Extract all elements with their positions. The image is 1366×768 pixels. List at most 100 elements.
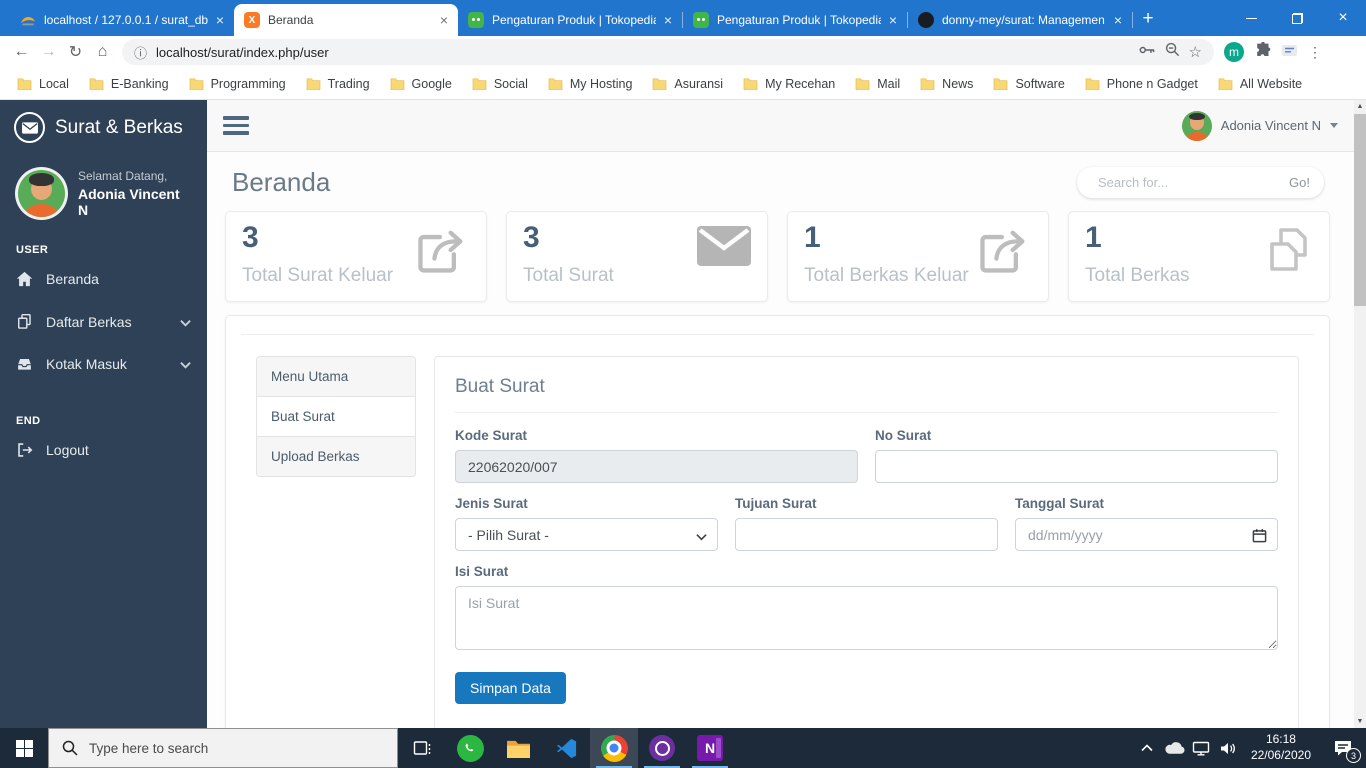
search-input[interactable] [1098, 175, 1290, 190]
search-go-button[interactable]: Go! [1289, 175, 1310, 190]
bookmark-folder[interactable]: Local [12, 77, 84, 91]
menu-item-buat-surat[interactable]: Buat Surat [257, 397, 415, 437]
scrollbar-thumb[interactable] [1354, 114, 1366, 306]
back-icon[interactable]: ← [8, 43, 35, 61]
tab-title: donny-mey/surat: Managemen [942, 13, 1105, 27]
close-button[interactable]: × [1320, 0, 1366, 36]
copy-icon [17, 313, 31, 329]
home-icon[interactable]: ⌂ [89, 43, 116, 61]
windows-logo-icon [15, 739, 33, 757]
tab-close-icon[interactable]: × [664, 13, 672, 27]
bookmark-folder[interactable]: Social [467, 77, 543, 91]
bookmark-folder[interactable]: Trading [301, 77, 385, 91]
browser-toolbar: ← → ↻ ⌂ ⓘ localhost/surat/index.php/user… [0, 36, 1366, 68]
scroll-down-icon[interactable]: ▼ [1354, 715, 1366, 728]
bookmark-label: Trading [327, 76, 370, 91]
chrome-button[interactable] [590, 728, 638, 768]
whatsapp-icon [456, 734, 484, 762]
simpan-data-button[interactable]: Simpan Data [455, 672, 566, 704]
action-center-button[interactable]: 3 [1320, 728, 1366, 768]
menu-item-menu-utama[interactable]: Menu Utama [257, 357, 415, 397]
isi-surat-field[interactable] [455, 586, 1278, 650]
m-extension-icon[interactable] [1224, 42, 1244, 62]
extension-badge-icon[interactable] [1282, 43, 1297, 61]
address-bar[interactable]: ⓘ localhost/surat/index.php/user ☆ [122, 39, 1214, 65]
scroll-up-icon[interactable]: ▲ [1354, 100, 1366, 113]
tujuan-surat-label: Tujuan Surat [735, 496, 817, 511]
taskbar-clock[interactable]: 16:18 22/06/2020 [1242, 732, 1320, 763]
no-surat-field[interactable] [875, 450, 1278, 483]
sidebar-item-kotak-masuk[interactable]: Kotak Masuk [0, 343, 207, 385]
taskbar-search[interactable]: Type here to search [48, 728, 398, 768]
hamburger-menu-icon[interactable] [223, 112, 249, 139]
sidebar-item-label: Daftar Berkas [46, 313, 132, 330]
volume-icon[interactable] [1215, 741, 1242, 756]
bookmark-folder[interactable]: Mail [850, 77, 915, 91]
browser-tab-tokopedia-1[interactable]: Pengaturan Produk | Tokopedia × [458, 4, 682, 36]
folder-icon [17, 78, 32, 90]
zoom-out-icon[interactable] [1165, 42, 1180, 62]
new-tab-button[interactable]: + [1133, 4, 1163, 34]
tab-close-icon[interactable]: × [216, 13, 224, 27]
task-view-button[interactable] [398, 728, 446, 768]
jenis-surat-select[interactable]: - Pilih Surat - [455, 518, 718, 551]
tujuan-surat-field[interactable] [735, 518, 998, 551]
bookmark-folder[interactable]: Phone n Gadget [1080, 77, 1213, 91]
tab-close-icon[interactable]: × [1114, 13, 1122, 27]
tanggal-surat-label: Tanggal Surat [1015, 496, 1105, 511]
start-button[interactable] [0, 728, 48, 768]
url-text[interactable]: localhost/surat/index.php/user [156, 45, 1130, 60]
info-icon[interactable]: ⓘ [134, 43, 147, 62]
key-icon[interactable] [1139, 43, 1156, 61]
bookmark-folder[interactable]: E-Banking [84, 77, 184, 91]
page-scrollbar[interactable]: ▲ ▼ [1354, 100, 1366, 728]
minimize-button[interactable] [1228, 0, 1274, 36]
refresh-icon[interactable]: ↻ [62, 42, 89, 62]
browser-tab-phpmyadmin[interactable]: localhost / 127.0.0.1 / surat_db × [10, 4, 234, 36]
user-menu[interactable]: Adonia Vincent N [1181, 110, 1338, 141]
bookmark-label: E-Banking [110, 76, 169, 91]
sidebar-item-beranda[interactable]: Beranda [0, 258, 207, 300]
sidebar-item-logout[interactable]: Logout [0, 429, 207, 471]
forward-icon[interactable]: → [35, 43, 62, 61]
content-card: Menu Utama Buat Surat Upload Berkas Buat… [225, 315, 1330, 758]
browser-menu-icon[interactable]: ⋮ [1308, 44, 1322, 61]
vscode-button[interactable] [542, 728, 590, 768]
browser-tab-tokopedia-2[interactable]: Pengaturan Produk | Tokopedia × [683, 4, 907, 36]
xampp-icon [244, 12, 260, 28]
bookmark-folder[interactable]: Google [385, 77, 467, 91]
sidebar-user-panel: Selamat Datang, Adonia Vincent N [0, 153, 207, 228]
tanggal-surat-field[interactable] [1015, 518, 1278, 551]
restore-button[interactable] [1274, 0, 1320, 36]
network-icon[interactable] [1188, 741, 1215, 756]
taskbar-search-placeholder: Type here to search [89, 740, 209, 756]
tab-close-icon[interactable]: × [889, 13, 897, 27]
onenote-button[interactable] [686, 728, 734, 768]
tab-title: Beranda [268, 13, 314, 27]
bookmark-star-icon[interactable]: ☆ [1189, 43, 1202, 61]
page-header: Beranda Go! [207, 152, 1354, 204]
bookmark-folder[interactable]: My Hosting [543, 77, 648, 91]
bookmark-folder[interactable]: Programming [184, 77, 301, 91]
tab-close-icon[interactable]: × [440, 13, 448, 27]
purple-app-button[interactable] [638, 728, 686, 768]
tray-chevron-up-icon[interactable] [1134, 744, 1161, 752]
copy-pages-icon [1263, 226, 1313, 285]
bookmark-folder[interactable]: All Website [1213, 77, 1317, 91]
bookmark-folder[interactable]: Software [988, 77, 1079, 91]
github-icon [918, 12, 934, 28]
menu-item-upload-berkas[interactable]: Upload Berkas [257, 437, 415, 476]
phpmyadmin-icon [20, 12, 36, 28]
app-content: Beranda Go! 3 Total Surat Keluar [207, 152, 1354, 758]
bookmark-folder[interactable]: Asuransi [647, 77, 738, 91]
bookmark-folder[interactable]: News [915, 77, 988, 91]
file-explorer-button[interactable] [494, 728, 542, 768]
whatsapp-button[interactable] [446, 728, 494, 768]
bookmark-folder[interactable]: My Recehan [738, 77, 850, 91]
browser-tab-beranda-active[interactable]: Beranda × [234, 4, 458, 36]
bookmark-label: My Recehan [765, 76, 836, 91]
browser-tab-github[interactable]: donny-mey/surat: Managemen × [908, 4, 1132, 36]
onedrive-icon[interactable] [1161, 741, 1188, 755]
puzzle-extensions-icon[interactable] [1255, 41, 1271, 63]
sidebar-item-daftar-berkas[interactable]: Daftar Berkas [0, 300, 207, 343]
